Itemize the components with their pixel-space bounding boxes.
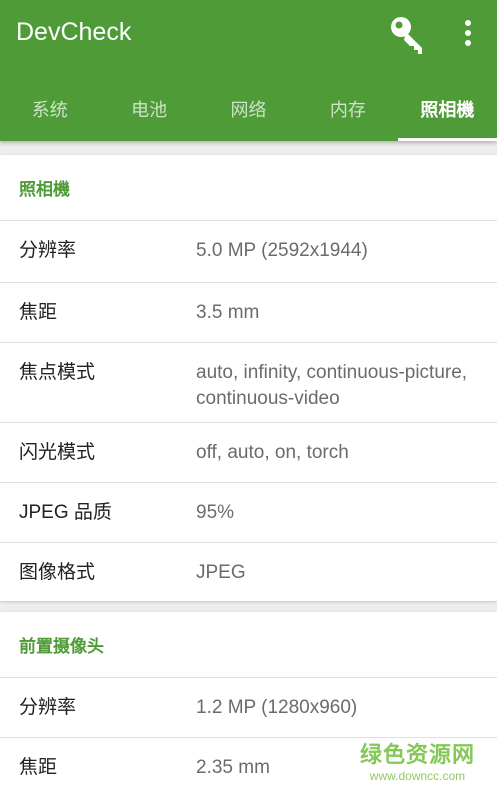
- row-label: 焦距: [19, 757, 58, 778]
- row-value: auto, infinity, continuous-picture, cont…: [196, 362, 468, 409]
- row-label: 分辨率: [19, 697, 77, 718]
- info-row: 图像格式 JPEG: [0, 543, 497, 601]
- row-value: 1.2 MP (1280x960): [196, 697, 358, 718]
- app-title: DevCheck: [16, 18, 132, 46]
- tab-bar: 系统 电池 网络 内存 照相機: [0, 76, 497, 141]
- info-row: 闪光模式 off, auto, on, torch: [0, 423, 497, 483]
- tab-camera[interactable]: 照相機: [397, 76, 497, 141]
- row-label: 焦距: [19, 302, 58, 323]
- watermark-text: 绿色资源网: [359, 743, 475, 768]
- info-row: JPEG 品质 95%: [0, 483, 497, 543]
- tab-network[interactable]: 网络: [199, 76, 298, 141]
- camera-card: 照相機 分辨率 5.0 MP (2592x1944) 焦距 3.5 mm 焦点模…: [0, 155, 497, 601]
- tab-battery[interactable]: 电池: [99, 76, 198, 141]
- watermark: 绿色资源网 www.downcc.com: [360, 737, 475, 783]
- row-label: 分辨率: [19, 240, 77, 261]
- tab-system[interactable]: 系统: [0, 76, 99, 141]
- section-title-camera: 照相機: [0, 155, 497, 221]
- watermark-url: www.downcc.com: [369, 769, 466, 783]
- row-value: JPEG: [196, 562, 246, 583]
- app-bar: DevCheck 系统 电池 网络 内存 照相機: [0, 0, 497, 141]
- info-row: 分辨率 5.0 MP (2592x1944): [0, 221, 497, 283]
- row-value: 5.0 MP (2592x1944): [196, 240, 368, 261]
- more-vert-icon[interactable]: [458, 16, 478, 52]
- row-label: JPEG 品质: [19, 502, 112, 523]
- key-icon[interactable]: [388, 14, 430, 56]
- info-row: 焦点模式 auto, infinity, continuous-picture,…: [0, 343, 497, 423]
- row-label: 图像格式: [19, 562, 96, 583]
- section-title-front-camera: 前置摄像头: [0, 612, 497, 678]
- row-value: off, auto, on, torch: [196, 442, 349, 463]
- tab-memory[interactable]: 内存: [298, 76, 397, 141]
- row-value: 95%: [196, 502, 235, 523]
- row-label: 闪光模式: [19, 442, 96, 463]
- row-label: 焦点模式: [19, 362, 96, 383]
- info-row: 焦距 3.5 mm: [0, 283, 497, 343]
- row-value: 3.5 mm: [196, 302, 260, 323]
- info-row: 分辨率 1.2 MP (1280x960): [0, 678, 497, 738]
